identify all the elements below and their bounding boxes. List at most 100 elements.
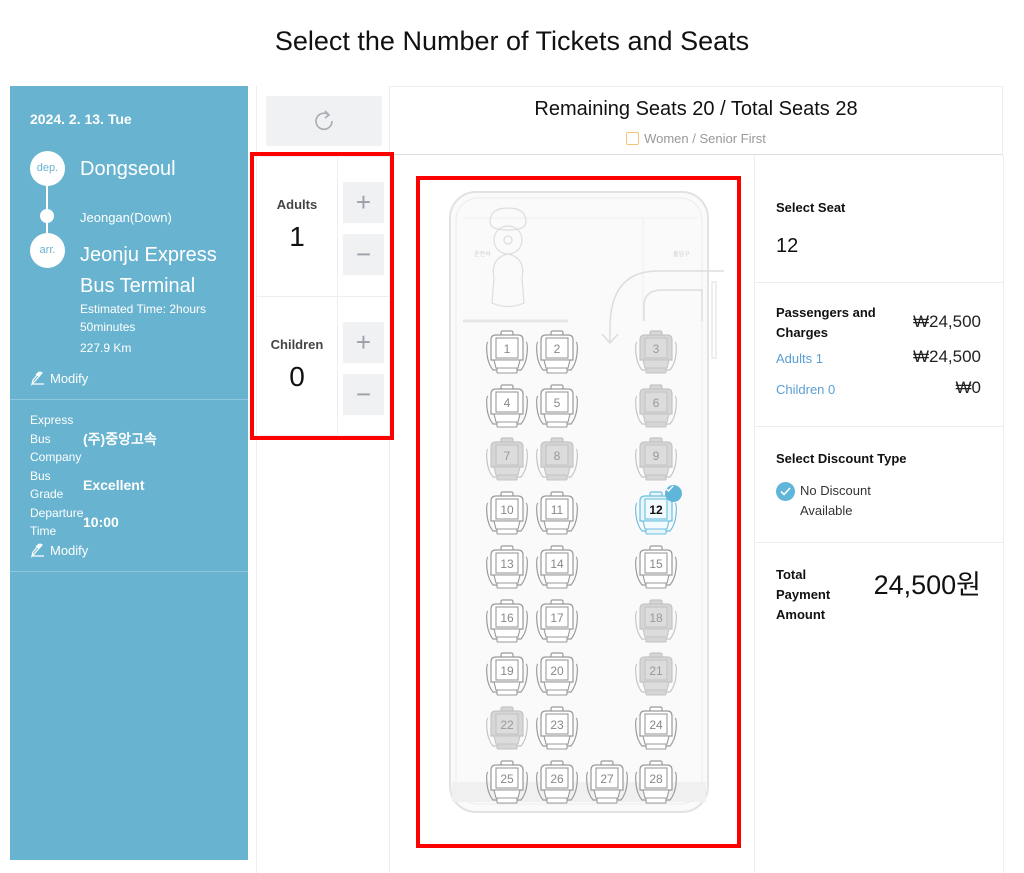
no-discount-option[interactable]: No Discount Available <box>776 481 890 521</box>
seat-legend: Women / Senior First <box>390 131 1002 146</box>
seat-number: 6 <box>652 395 660 410</box>
women-senior-legend-icon <box>626 132 640 145</box>
adults-price: ₩24,500 <box>912 347 981 366</box>
check-circle-icon <box>776 482 795 501</box>
info-label: Express Bus Company <box>30 413 82 464</box>
modify-route-button[interactable]: Modify <box>30 370 88 386</box>
adults-fare-link[interactable]: Adults 1 <box>776 351 823 366</box>
seat-4[interactable]: 4 <box>485 384 529 430</box>
seat-9-reserved: 9 <box>634 437 678 483</box>
seat-24[interactable]: 24 <box>634 706 678 752</box>
children-fare-link[interactable]: Children 0 <box>776 382 835 397</box>
pen-icon <box>30 371 44 386</box>
seat-number: 15 <box>649 556 663 571</box>
seat-15[interactable]: 15 <box>634 545 678 591</box>
seat-13[interactable]: 13 <box>485 545 529 591</box>
seat-number: 22 <box>500 717 514 732</box>
adults-counter: Adults 1 + − <box>257 156 390 296</box>
children-minus-button[interactable]: − <box>343 374 384 415</box>
door-label: 출입구 <box>673 250 690 258</box>
seat-number: 10 <box>500 503 514 518</box>
modify-bus-button[interactable]: Modify <box>30 542 88 558</box>
departure-terminal: Dongseoul <box>80 158 176 180</box>
info-value: Excellent <box>83 477 145 493</box>
via-dot <box>40 209 54 223</box>
total-title: Total Payment Amount <box>776 567 831 622</box>
selected-seat-section: Select Seat 12 <box>755 155 1003 283</box>
seat-19[interactable]: 19 <box>485 652 529 698</box>
seat-number: 19 <box>500 664 514 679</box>
children-count: 0 <box>289 361 305 392</box>
seat-10[interactable]: 10 <box>485 491 529 537</box>
arrival-terminal: Jeonju Express Bus Terminal <box>80 244 217 297</box>
seat-number: 26 <box>550 771 564 786</box>
info-value: 10:00 <box>83 514 119 530</box>
seat-number: 13 <box>500 556 514 571</box>
divider <box>1003 155 1004 873</box>
seat-23[interactable]: 23 <box>535 706 579 752</box>
discount-title: Select Discount Type <box>776 451 907 466</box>
driver-label: 운전석 <box>474 250 491 258</box>
arrival-badge: arr. <box>30 233 65 268</box>
pen-icon <box>30 543 44 558</box>
seat-number: 21 <box>649 664 663 679</box>
reset-button[interactable] <box>266 96 382 146</box>
seat-1[interactable]: 1 <box>485 330 529 376</box>
seat-20[interactable]: 20 <box>535 652 579 698</box>
seat-14[interactable]: 14 <box>535 545 579 591</box>
estimated-time: Estimated Time: 2hours 50minutes <box>80 302 207 334</box>
seat-number: 3 <box>652 342 660 356</box>
seat-number: 1 <box>503 342 511 356</box>
total-section: Total Payment Amount 24,500원 <box>755 543 1003 663</box>
trip-info-sidebar: 2024. 2. 13. Tue dep. arr. Dongseoul Jeo… <box>10 86 248 860</box>
seat-number: 11 <box>550 503 564 518</box>
info-label: Bus Grade <box>30 468 64 502</box>
adults-label: Adults <box>276 197 318 212</box>
seat-number: 28 <box>649 771 663 786</box>
seat-17[interactable]: 17 <box>535 598 579 645</box>
seat-2[interactable]: 2 <box>535 330 579 376</box>
page-title: Select the Number of Tickets and Seats <box>274 26 750 56</box>
seat-number: 27 <box>600 771 614 786</box>
children-label: Children <box>270 337 324 352</box>
seat-number: 14 <box>550 556 564 571</box>
seat-6-reserved: 6 <box>634 384 678 430</box>
modify-label: Modify <box>50 542 89 558</box>
seat-12-selected[interactable]: 12 <box>634 485 682 537</box>
seat-25[interactable]: 25 <box>485 759 529 806</box>
seat-22-reserved: 22 <box>485 706 529 752</box>
passengers-title: Passengers and Charges <box>776 305 876 340</box>
check-icon <box>665 485 682 503</box>
seat-21-reserved: 21 <box>634 652 678 698</box>
seat-7-reserved: 7 <box>485 437 529 483</box>
divider <box>337 157 338 296</box>
select-seat-title: Select Seat <box>776 200 846 215</box>
passengers-total: ₩24,500 <box>912 312 981 331</box>
seat-number: 23 <box>550 717 564 732</box>
adults-minus-button[interactable]: − <box>343 234 384 275</box>
seat-16[interactable]: 16 <box>485 598 529 645</box>
adults-plus-button[interactable]: + <box>343 182 384 223</box>
seat-18-reserved: 18 <box>634 598 678 645</box>
seat-27[interactable]: 27 <box>585 759 629 806</box>
divider <box>337 297 338 435</box>
children-plus-button[interactable]: + <box>343 322 384 363</box>
seat-number: 16 <box>500 610 514 625</box>
seat-number: 5 <box>553 395 561 410</box>
divider <box>10 571 248 572</box>
seat-11[interactable]: 11 <box>535 491 579 537</box>
refresh-icon <box>315 110 333 131</box>
seat-number: 20 <box>550 664 564 679</box>
travel-date: 2024. 2. 13. Tue <box>30 111 132 127</box>
passenger-counter-panel: Adults 1 + − Children 0 + − <box>256 86 390 873</box>
divider <box>10 399 248 400</box>
seat-header: Remaining Seats 20 / Total Seats 28 Wome… <box>390 86 1003 155</box>
seat-28[interactable]: 28 <box>634 759 678 806</box>
seat-5[interactable]: 5 <box>535 384 579 430</box>
seat-map: 운전석 출입구 1 2 3 4 5 6 7 8 9 10 11 12 13 14… <box>418 178 738 845</box>
info-value: (주)중앙고속 <box>83 430 157 447</box>
selected-seat-value: 12 <box>776 235 799 257</box>
seat-number: 12 <box>649 503 663 518</box>
seat-26[interactable]: 26 <box>535 759 579 806</box>
remaining-seats: Remaining Seats 20 / Total Seats 28 <box>534 98 858 120</box>
